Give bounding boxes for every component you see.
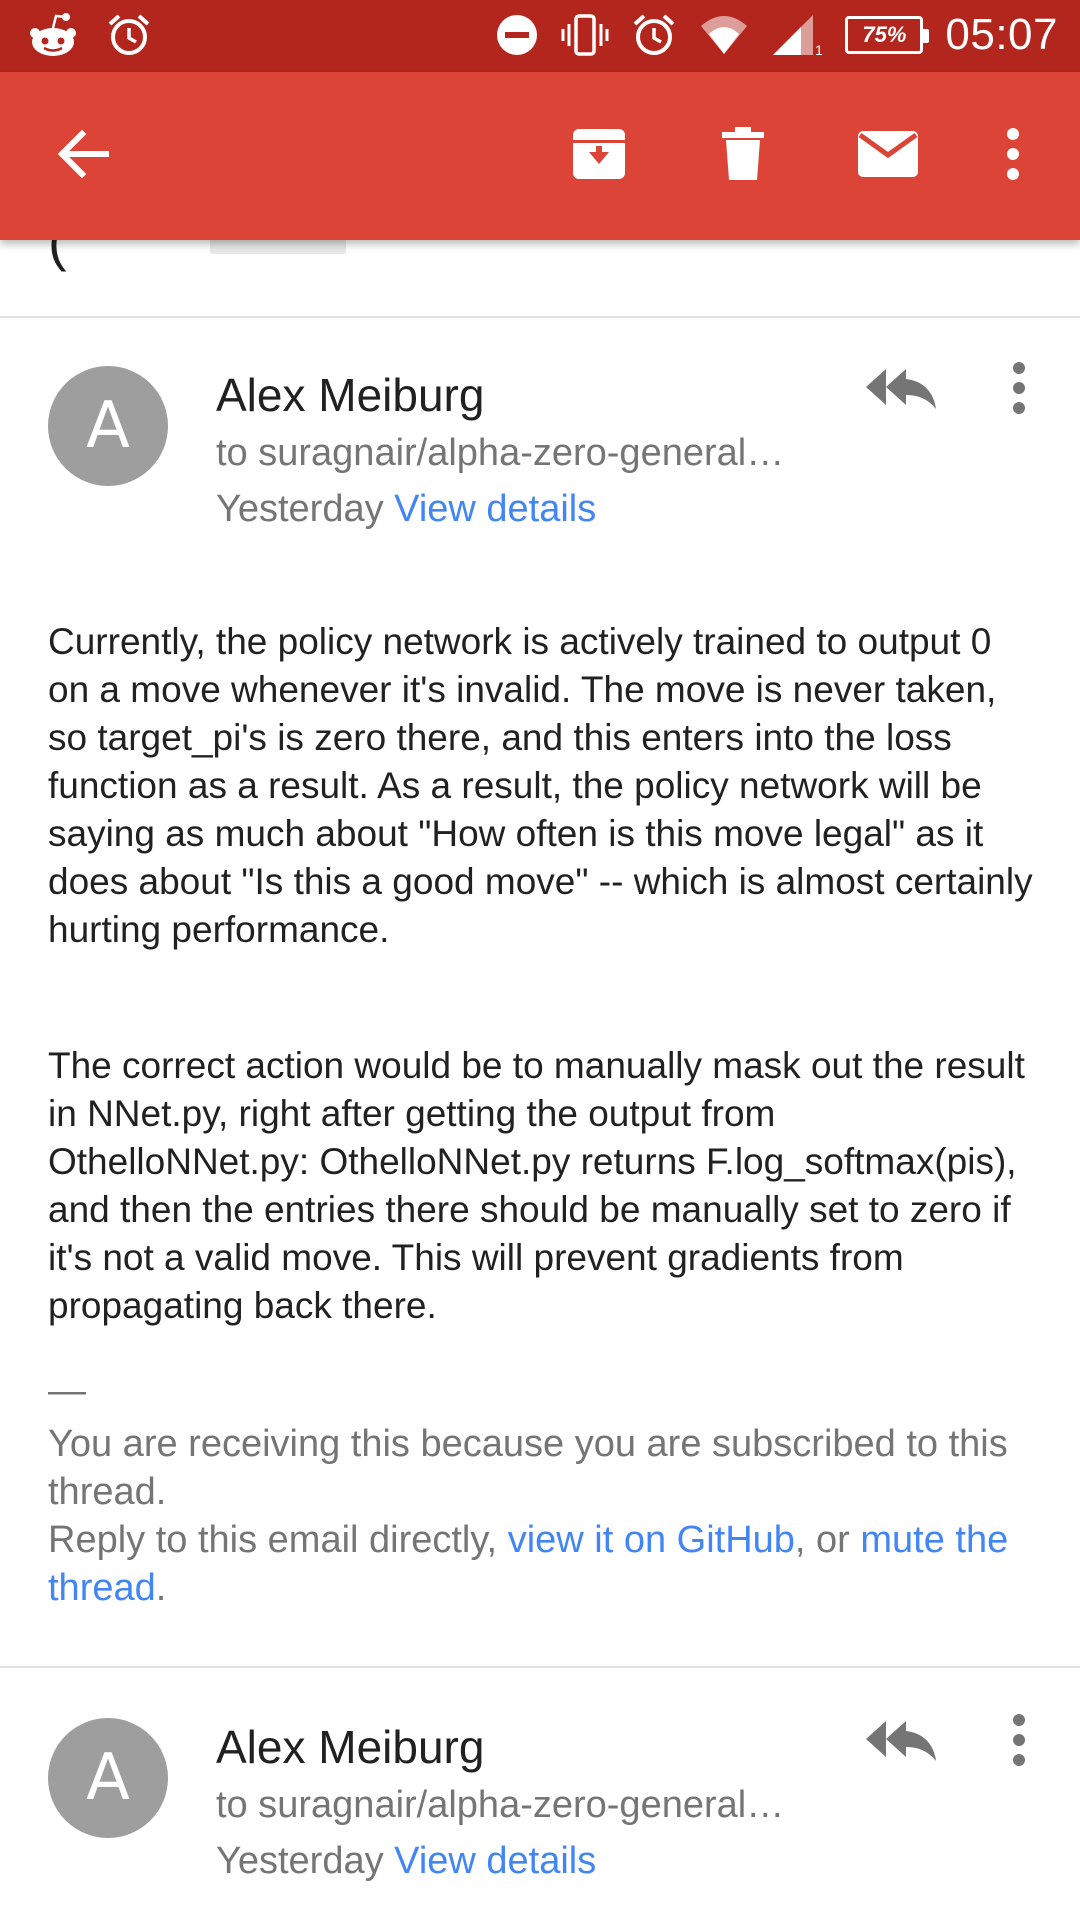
- mark-unread-icon: [856, 129, 920, 184]
- view-on-github-link[interactable]: view it on GitHub: [508, 1519, 795, 1561]
- mark-unread-button[interactable]: [846, 114, 930, 198]
- view-details-link[interactable]: View details: [394, 488, 596, 530]
- message-body-paragraph: Currently, the policy network is activel…: [48, 621, 1033, 950]
- reply-all-button[interactable]: [856, 346, 944, 434]
- sender-name: Alex Meiburg: [216, 369, 485, 421]
- avatar[interactable]: A: [48, 1718, 168, 1838]
- more-options-button[interactable]: [971, 114, 1055, 198]
- more-vert-icon: [1012, 1713, 1026, 1771]
- reply-prefix: Reply to this email directly,: [48, 1519, 508, 1561]
- sender-name: Alex Meiburg: [216, 1721, 485, 1773]
- reply-all-button[interactable]: [856, 1698, 944, 1786]
- subscription-note: You are receiving this because you are s…: [48, 1423, 1008, 1513]
- action-bar: [0, 72, 1080, 240]
- more-vert-icon: [1012, 361, 1026, 419]
- battery-percent: 75%: [862, 22, 907, 47]
- message-body-paragraph: The correct action would be to manually …: [48, 1045, 1025, 1326]
- reply-all-icon: [862, 1717, 938, 1768]
- date-line: Yesterday View details: [216, 488, 596, 531]
- wifi-icon: [699, 14, 749, 56]
- view-details-link[interactable]: View details: [394, 1840, 596, 1882]
- delete-button[interactable]: [701, 114, 785, 198]
- message-more-button[interactable]: [975, 346, 1063, 434]
- recipient-line: to suragnair/alpha-zero-general…: [216, 432, 785, 474]
- back-arrow-icon: [54, 128, 110, 185]
- notification-footer: You are receiving this because you are s…: [48, 1420, 1038, 1612]
- do-not-disturb-icon: [495, 13, 539, 57]
- divider: [0, 1666, 1080, 1668]
- period: .: [155, 1567, 167, 1609]
- more-vert-icon: [1005, 127, 1021, 185]
- reply-all-icon: [862, 365, 938, 416]
- date: Yesterday: [216, 1840, 384, 1882]
- alarm-icon: [631, 12, 677, 58]
- alarm-icon: [106, 12, 152, 58]
- signal-icon: 1: [771, 13, 823, 57]
- svg-text:1: 1: [815, 42, 823, 57]
- clock: 05:07: [945, 10, 1058, 59]
- vibrate-icon: [561, 12, 609, 58]
- archive-icon: [570, 126, 628, 187]
- or-text: , or: [794, 1519, 861, 1561]
- reddit-icon: [28, 12, 78, 58]
- date: Yesterday: [216, 488, 384, 530]
- recipient-line: to suragnair/alpha-zero-general…: [216, 1784, 785, 1826]
- footer-separator: —: [48, 1370, 86, 1412]
- avatar[interactable]: A: [48, 366, 168, 486]
- divider: [0, 316, 1080, 318]
- archive-button[interactable]: [557, 114, 641, 198]
- message-more-button[interactable]: [975, 1698, 1063, 1786]
- status-bar: 1 75% 05:07: [0, 0, 1080, 72]
- delete-icon: [720, 126, 766, 187]
- back-button[interactable]: [40, 114, 124, 198]
- date-line: Yesterday View details: [216, 1840, 596, 1883]
- battery-icon: 75%: [845, 16, 930, 54]
